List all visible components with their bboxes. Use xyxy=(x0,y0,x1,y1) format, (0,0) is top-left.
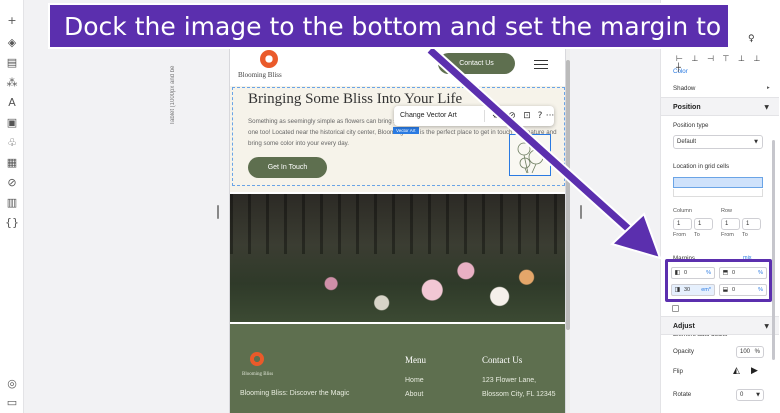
instruction-banner: Dock the image to the bottom and set the… xyxy=(48,3,746,49)
grid-cell-selector[interactable] xyxy=(673,177,763,188)
settings-icon[interactable]: ⚙ xyxy=(490,109,502,123)
flower-shop-photo[interactable] xyxy=(230,194,565,322)
contact-us-button[interactable]: Contact Us xyxy=(438,53,515,74)
plus-icon[interactable]: + xyxy=(5,14,19,28)
shadow-expand-icon[interactable]: ▸ xyxy=(767,85,770,91)
margins-highlight-box xyxy=(665,259,772,302)
position-type-label: Position type xyxy=(673,122,709,129)
logo-name: Blooming Bliss xyxy=(238,71,282,79)
site-preview: Blooming Bliss Contact Us Bringing Some … xyxy=(229,44,566,413)
hero-section[interactable]: Bringing Some Bliss Into Your Life Somet… xyxy=(230,86,565,192)
comment-icon[interactable]: ▭ xyxy=(5,396,19,410)
position-type-dropdown[interactable]: Default ▼ xyxy=(673,135,763,149)
footer-flower-logo-icon xyxy=(250,352,264,366)
cms-icon[interactable]: ▥ xyxy=(5,196,19,210)
adjust-heading: Adjust xyxy=(673,323,695,330)
row-to-input[interactable]: 1 xyxy=(742,218,761,230)
flip-horizontal-icon[interactable]: ◭ xyxy=(733,366,740,376)
lightbulb-icon[interactable]: ♀ xyxy=(748,34,760,46)
code-icon[interactable]: ⊘ xyxy=(5,176,19,190)
row-from-input[interactable]: 1 xyxy=(721,218,740,230)
left-toolbar: + ◈ ▤ ⁂ A ▣ ♧ ▦ ⊘ ▥ {} ◎ ▭ xyxy=(0,0,24,413)
rotate-input[interactable]: 0 ▼ xyxy=(736,389,764,401)
brackets-icon[interactable]: {} xyxy=(5,216,19,230)
auto-docks-checkbox[interactable] xyxy=(672,305,679,312)
site-footer: Blooming Bliss Blooming Bliss: Discover … xyxy=(230,324,565,413)
media-icon[interactable]: ▣ xyxy=(5,116,19,130)
shadow-label[interactable]: Shadow xyxy=(673,85,695,92)
column-to-label: To xyxy=(694,232,700,238)
chevron-down-icon: ▼ xyxy=(764,104,769,111)
opacity-unit: % xyxy=(754,349,760,355)
get-in-touch-button[interactable]: Get In Touch xyxy=(248,157,327,178)
footer-menu-item-about[interactable]: About xyxy=(405,391,423,398)
hamburger-menu-icon[interactable] xyxy=(534,60,548,69)
footer-address-line-2: Blossom City, FL 12345 xyxy=(482,391,556,398)
instruction-text: Dock the image to the bottom and set the… xyxy=(64,12,746,41)
footer-contact-heading: Contact Us xyxy=(482,355,523,365)
footer-menu-heading: Menu xyxy=(405,355,426,365)
breakpoint-label: Tablet (1000px and be xyxy=(170,65,176,125)
chevron-down-icon: ▼ xyxy=(754,139,758,145)
column-to-input[interactable]: 1 xyxy=(694,218,713,230)
flower-line-art-icon xyxy=(517,142,544,174)
footer-menu-item-home[interactable]: Home xyxy=(405,377,424,384)
help-icon[interactable]: ◎ xyxy=(5,377,19,391)
opacity-label: Opacity xyxy=(673,348,694,355)
floating-toolbar: Change Vector Art ⚙ ⊘ ⊡ ? ··· xyxy=(394,106,554,126)
apps-icon[interactable]: ⁂ xyxy=(5,76,19,90)
text-icon[interactable]: A xyxy=(5,96,19,110)
position-section-header[interactable]: Position ▼ xyxy=(661,97,779,116)
alignment-tools[interactable]: ⊢ ⊥ ⊣ ⊤ ⊥ ⊥ ┼ xyxy=(676,54,772,72)
footer-address-line-1: 123 Flower Lane, xyxy=(482,377,537,384)
adjust-section-header[interactable]: Adjust ▼ xyxy=(661,316,779,335)
chevron-down-icon: ▼ xyxy=(756,392,760,398)
business-icon[interactable]: ♧ xyxy=(5,136,19,150)
layers-icon[interactable]: ◈ xyxy=(5,36,19,50)
site-header: Blooming Bliss Contact Us xyxy=(230,44,565,86)
flip-vertical-icon[interactable]: ▶ xyxy=(751,366,758,376)
more-icon[interactable]: ··· xyxy=(544,109,556,123)
photo-window-frames xyxy=(230,194,565,254)
pages-icon[interactable]: ▤ xyxy=(5,56,19,70)
vector-art-tag: Vector Art xyxy=(393,127,419,134)
column-label: Column xyxy=(673,208,692,214)
vector-art-element[interactable] xyxy=(509,134,551,176)
crop-icon[interactable]: ⊡ xyxy=(521,109,533,123)
position-type-value: Default xyxy=(677,139,697,145)
panel-scrollbar[interactable] xyxy=(772,140,775,360)
location-label: Location in grid cells xyxy=(673,163,730,170)
rotate-label: Rotate xyxy=(673,391,692,398)
flip-label: Flip xyxy=(673,368,683,375)
column-from-label: From xyxy=(673,232,686,238)
row-label: Row xyxy=(721,208,733,214)
position-heading: Position xyxy=(673,104,701,111)
column-from-input[interactable]: 1 xyxy=(673,218,692,230)
site-scrollbar-thumb[interactable] xyxy=(566,60,570,330)
rotate-value: 0 xyxy=(740,392,744,398)
row-to-label: To xyxy=(742,232,748,238)
opacity-input[interactable]: 100 % xyxy=(736,346,764,358)
table-icon[interactable]: ▦ xyxy=(5,156,19,170)
link-icon[interactable]: ⊘ xyxy=(506,109,518,123)
chevron-down-icon: ▼ xyxy=(764,323,769,330)
left-resize-handle[interactable] xyxy=(217,205,219,219)
footer-logo-name: Blooming Bliss xyxy=(242,372,274,377)
grid-cell-lower[interactable] xyxy=(673,189,763,197)
opacity-value: 100 xyxy=(740,349,751,355)
right-resize-handle[interactable] xyxy=(580,205,582,219)
footer-tagline: Blooming Bliss: Discover the Magic xyxy=(240,390,350,397)
change-vector-art-button[interactable]: Change Vector Art xyxy=(400,106,457,126)
flower-logo-icon xyxy=(260,50,278,68)
row-from-label: From xyxy=(721,232,734,238)
toolbar-divider xyxy=(484,110,485,122)
